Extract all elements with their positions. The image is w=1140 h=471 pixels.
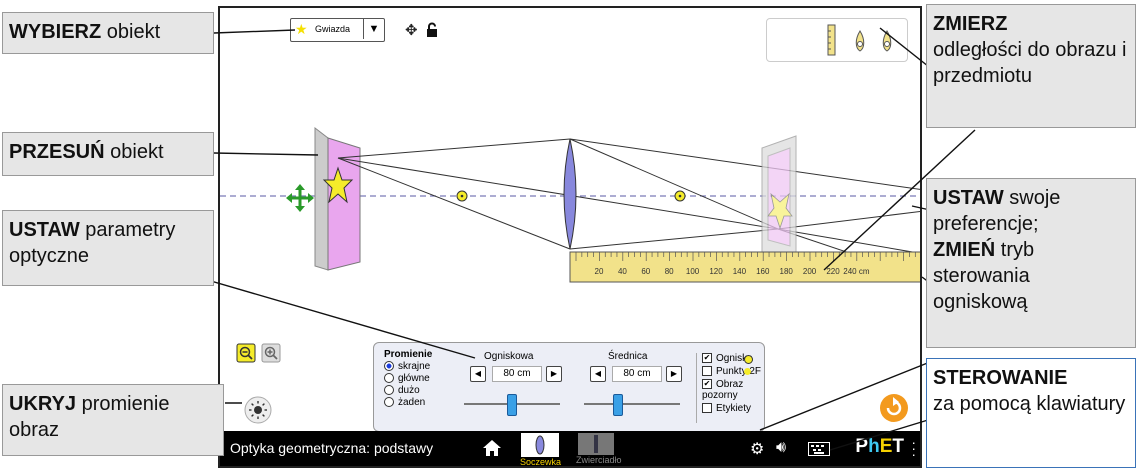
- lock-icon[interactable]: [425, 22, 439, 38]
- checkbox-option[interactable]: Etykiety: [702, 403, 764, 414]
- diameter-value: 80 cm: [612, 366, 662, 382]
- move-arrows-icon[interactable]: ✥: [405, 21, 418, 39]
- rays-option-label: dużo: [398, 385, 420, 396]
- radio-button[interactable]: [384, 397, 394, 408]
- checkbox-label: Punkty 2F: [716, 366, 762, 377]
- star-icon: ★: [295, 21, 308, 37]
- radio-button[interactable]: [384, 385, 394, 396]
- focal-decrease-button[interactable]: ◀: [470, 366, 486, 382]
- rays-title: Promienie: [384, 349, 433, 360]
- navigation-bar: Optyka geometryczna: podstawy Soczewka Z…: [220, 431, 920, 466]
- ruler-tick-label: 40: [618, 267, 627, 276]
- sim-title: Optyka geometryczna: podstawy: [230, 440, 434, 456]
- position-marker-icon-2[interactable]: [882, 30, 892, 52]
- diameter-increase-button[interactable]: ▶: [666, 366, 682, 382]
- object-frame[interactable]: [314, 126, 361, 271]
- rays-option-label: żaden: [398, 397, 426, 408]
- home-icon[interactable]: [482, 439, 502, 457]
- simulation-area: 20 40 60 80 100 120 140 160 180 200 220 240 cm: [218, 6, 922, 468]
- ruler-tick-label: 20: [595, 267, 604, 276]
- phet-logo[interactable]: PhET: [855, 436, 904, 458]
- checkbox-option[interactable]: Punkty 2F: [702, 366, 764, 377]
- checkbox[interactable]: ✔: [702, 353, 712, 364]
- measuring-ruler[interactable]: 20 40 60 80 100 120 140 160 180 200 220 240 cm: [569, 251, 922, 283]
- callout-keyboard: STEROWANIE za pomocą klawiatury: [926, 358, 1136, 468]
- chevron-down-icon[interactable]: ▼: [363, 19, 384, 39]
- position-marker-icon[interactable]: [855, 30, 865, 52]
- focal-length-slider[interactable]: [464, 394, 560, 416]
- focal-length-spinner[interactable]: ◀ 80 cm ▶: [470, 365, 566, 383]
- callout-select-object: WYBIERZ obiekt: [2, 12, 214, 54]
- sound-icon[interactable]: 🔊︎: [776, 439, 786, 457]
- rays-option[interactable]: dużo: [384, 385, 432, 396]
- panel-divider: [696, 353, 697, 423]
- diameter-slider-thumb[interactable]: [612, 394, 623, 416]
- rays-option[interactable]: żaden: [384, 397, 432, 408]
- checkbox-label: Etykiety: [716, 403, 752, 414]
- screen-mirror-button[interactable]: Zwierciadło: [576, 433, 622, 465]
- optical-controls-panel: Promienie skrajne główne dużo żaden Ognisko…: [373, 342, 765, 432]
- diameter-spinner[interactable]: ◀ 80 cm ▶: [590, 365, 686, 383]
- checkbox-group: ✔ Ogniska Punkty 2F ✔ Obraz pozorny Etykiety: [702, 351, 764, 416]
- rays-group: Promienie skrajne główne dużo żaden: [384, 349, 432, 409]
- object-selector[interactable]: ★ Gwiazda ▼: [290, 18, 385, 42]
- image-frame: [761, 135, 797, 265]
- screen-lens-button[interactable]: Soczewka: [520, 433, 561, 466]
- ruler-tick-label: 200: [803, 267, 817, 276]
- ruler-tick-label: 80: [665, 267, 674, 276]
- diameter-slider[interactable]: [584, 394, 680, 416]
- ruler-tick-label: 120: [709, 267, 723, 276]
- screen-lens-label: Soczewka: [520, 457, 562, 467]
- focal-length-value: 80 cm: [492, 366, 542, 382]
- ruler-tick-label: 100: [686, 267, 700, 276]
- callout-hide-rays: UKRYJ promienie obraz: [2, 384, 224, 456]
- rays-options: skrajne główne dużo żaden: [384, 361, 432, 408]
- callout-measure: ZMIERZ odległości do obrazu i przedmiotu: [926, 4, 1136, 128]
- lens: [563, 138, 577, 250]
- rays-option-label: skrajne: [398, 361, 431, 372]
- rays-option[interactable]: skrajne: [384, 361, 432, 372]
- measurement-toolbox: [766, 18, 908, 62]
- reset-button[interactable]: [880, 394, 908, 422]
- rays-option[interactable]: główne: [384, 373, 432, 384]
- ruler-tool-icon[interactable]: [827, 24, 836, 56]
- ruler-tick-label: 60: [641, 267, 650, 276]
- rays-option-label: główne: [398, 373, 430, 384]
- radio-button[interactable]: [384, 373, 394, 384]
- more-menu-icon[interactable]: · · ·: [911, 435, 916, 461]
- callout-set-optics: USTAW parametry optyczne: [2, 210, 214, 286]
- sun-icon: [254, 406, 262, 414]
- ruler-tick-label: 140: [733, 267, 747, 276]
- checkbox-option[interactable]: ✔ Ogniska: [702, 353, 764, 364]
- checkbox[interactable]: [702, 366, 712, 377]
- checkbox[interactable]: ✔: [702, 379, 712, 390]
- focal-slider-thumb[interactable]: [507, 394, 517, 416]
- radio-button[interactable]: [384, 361, 394, 372]
- diameter-label: Średnica: [608, 351, 648, 362]
- zoom-in-button[interactable]: [261, 343, 281, 363]
- ruler-tick-label: 240 cm: [843, 267, 870, 276]
- keyboard-icon[interactable]: [808, 442, 830, 456]
- checkbox[interactable]: [702, 403, 712, 414]
- 2f-point-legend-icon: [744, 368, 751, 375]
- ruler-tick-label: 220: [826, 267, 840, 276]
- focal-point-legend-icon: [744, 355, 753, 364]
- light-toggle-button[interactable]: [244, 396, 272, 424]
- ruler-tick-label: 160: [756, 267, 770, 276]
- zoom-out-button[interactable]: [236, 343, 256, 363]
- diameter-decrease-button[interactable]: ◀: [590, 366, 606, 382]
- focal-increase-button[interactable]: ▶: [546, 366, 562, 382]
- focal-length-label: Ogniskowa: [484, 351, 534, 362]
- screen-mirror-label: Zwierciadło: [576, 455, 622, 465]
- move-handle-icon[interactable]: [286, 184, 314, 212]
- callout-move-object: PRZESUŃ obiekt: [2, 132, 214, 176]
- checkbox-option[interactable]: ✔ Obraz pozorny: [702, 379, 764, 401]
- callout-preferences: USTAW swoje preferencje; ZMIEŃ tryb stero…: [926, 178, 1136, 348]
- ruler-tick-label: 180: [780, 267, 794, 276]
- object-selector-value: Gwiazda: [315, 24, 351, 34]
- gear-icon[interactable]: ⚙: [750, 439, 764, 459]
